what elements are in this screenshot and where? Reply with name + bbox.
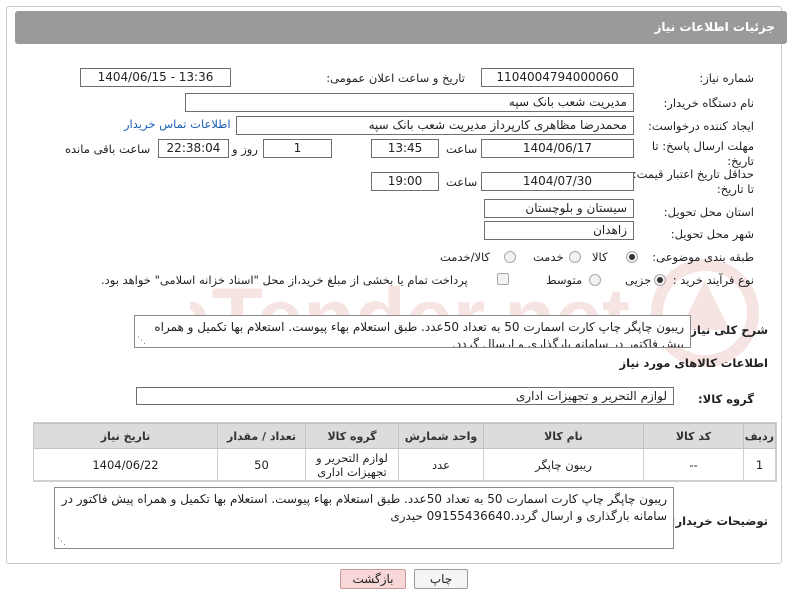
process-label: نوع فرآیند خرید : — [672, 273, 754, 287]
column-header-row-number: ردیف — [743, 423, 776, 449]
cell-name: ریبون چاپگر — [483, 448, 644, 481]
requester-label: ایجاد کننده درخواست: — [648, 119, 754, 133]
description-textarea[interactable]: ریبون چاپگر چاپ کارت اسمارت 50 به تعداد … — [134, 315, 691, 348]
goods-table: ردیف کد کالا نام کالا واحد شمارش گروه کا… — [33, 423, 776, 481]
column-header-date: تاریخ نیاز — [33, 423, 218, 449]
table-header-row: ردیف کد کالا نام کالا واحد شمارش گروه کا… — [33, 423, 776, 449]
category-option-service: خدمت — [533, 250, 564, 264]
resize-grip-icon[interactable]: ⋰ — [57, 538, 66, 547]
category-radio-service[interactable] — [569, 251, 581, 263]
treasury-payment-note: پرداخت تمام یا بخشی از مبلغ خرید،از محل … — [101, 273, 468, 287]
process-option-minor: جزیی — [625, 273, 652, 287]
column-header-name: نام کالا — [483, 423, 644, 449]
price-date-field[interactable]: 1404/07/30 — [481, 172, 634, 191]
price-time-field[interactable]: 19:00 — [371, 172, 439, 191]
cell-group: لوازم التحریر و تجهیزات اداری — [305, 448, 399, 481]
province-field[interactable]: سیستان و بلوچستان — [484, 199, 634, 218]
announce-datetime-field[interactable]: 1404/06/15 - 13:36 — [80, 68, 231, 87]
category-option-goods: کالا — [592, 250, 608, 264]
table-row[interactable]: 1 -- ریبون چاپگر عدد لوازم التحریر و تجه… — [33, 448, 776, 481]
category-label: طبقه بندی موضوعی: — [652, 250, 754, 264]
back-button[interactable]: بازگشت — [340, 569, 406, 589]
process-option-medium: متوسط — [546, 273, 583, 287]
reply-date-field[interactable]: 1404/06/17 — [481, 139, 634, 158]
cell-unit: عدد — [398, 448, 484, 481]
cell-qty: 50 — [217, 448, 306, 481]
buyer-contact-link[interactable]: اطلاعات تماس خریدار — [124, 117, 231, 131]
remaining-time-field[interactable]: 22:38:04 — [158, 139, 229, 158]
goods-group-field[interactable]: لوازم التحریر و تجهیزات اداری — [136, 387, 674, 405]
cell-code: -- — [643, 448, 744, 481]
days-label: روز و — [232, 142, 258, 156]
resize-grip-icon[interactable]: ⋰ — [137, 337, 146, 346]
buyer-org-label: نام دستگاه خریدار: — [663, 96, 754, 110]
print-button[interactable]: چاپ — [414, 569, 468, 589]
province-label: استان محل تحویل: — [663, 205, 754, 219]
city-field[interactable]: زاهدان — [484, 221, 634, 240]
category-radio-goods-service[interactable] — [504, 251, 516, 263]
cell-row-number: 1 — [743, 448, 776, 481]
process-radio-medium[interactable] — [589, 274, 601, 286]
price-validity-label: حداقل تاریخ اعتبار قیمت: — [632, 167, 754, 181]
announce-label: تاریخ و ساعت اعلان عمومی: — [326, 71, 465, 85]
price-validity-label-2: تا تاریخ: — [716, 182, 754, 196]
column-header-qty: تعداد / مقدار — [217, 423, 306, 449]
city-label: شهر محل تحویل: — [670, 227, 754, 241]
days-remaining-field[interactable]: 1 — [263, 139, 332, 158]
buyer-org-field[interactable]: مدیریت شعب بانک سپه — [185, 93, 634, 112]
column-header-group: گروه کالا — [305, 423, 399, 449]
column-header-code: کد کالا — [643, 423, 744, 449]
goods-group-label: گروه کالا: — [698, 392, 754, 406]
goods-table-container: ردیف کد کالا نام کالا واحد شمارش گروه کا… — [33, 422, 777, 482]
treasury-payment-checkbox[interactable] — [497, 273, 509, 285]
requester-field[interactable]: محمدرضا مظاهری کارپرداز مدیریت شعب بانک … — [236, 116, 634, 135]
cell-date: 1404/06/22 — [33, 448, 218, 481]
buyer-notes-label: توضیحات خریدار: — [670, 514, 768, 528]
description-label: شرح کلی نیاز: — [685, 323, 768, 337]
column-header-unit: واحد شمارش — [398, 423, 484, 449]
price-time-label: ساعت — [446, 175, 478, 189]
reply-deadline-label: مهلت ارسال پاسخ: تا — [651, 139, 754, 153]
category-option-goods-service: کالا/خدمت — [440, 250, 491, 264]
goods-section-title: اطلاعات کالاهای مورد نیاز — [619, 356, 768, 370]
need-number-field[interactable]: 1104004794000060 — [481, 68, 634, 87]
need-number-label: شماره نیاز: — [699, 71, 754, 85]
buyer-notes-text: ریبون چاپگر چاپ کارت اسمارت 50 به تعداد … — [61, 492, 667, 523]
description-text: ریبون چاپگر چاپ کارت اسمارت 50 به تعداد … — [154, 320, 684, 348]
category-radio-goods[interactable] — [626, 251, 638, 263]
process-radio-minor[interactable] — [654, 274, 666, 286]
page-title: جزئیات اطلاعات نیاز — [654, 20, 775, 34]
remaining-time-label: ساعت باقی مانده — [65, 142, 151, 156]
page-header: جزئیات اطلاعات نیاز — [15, 11, 787, 44]
reply-time-label: ساعت — [446, 142, 478, 156]
reply-time-field[interactable]: 13:45 — [371, 139, 439, 158]
buyer-notes-textarea[interactable]: ریبون چاپگر چاپ کارت اسمارت 50 به تعداد … — [54, 487, 674, 549]
